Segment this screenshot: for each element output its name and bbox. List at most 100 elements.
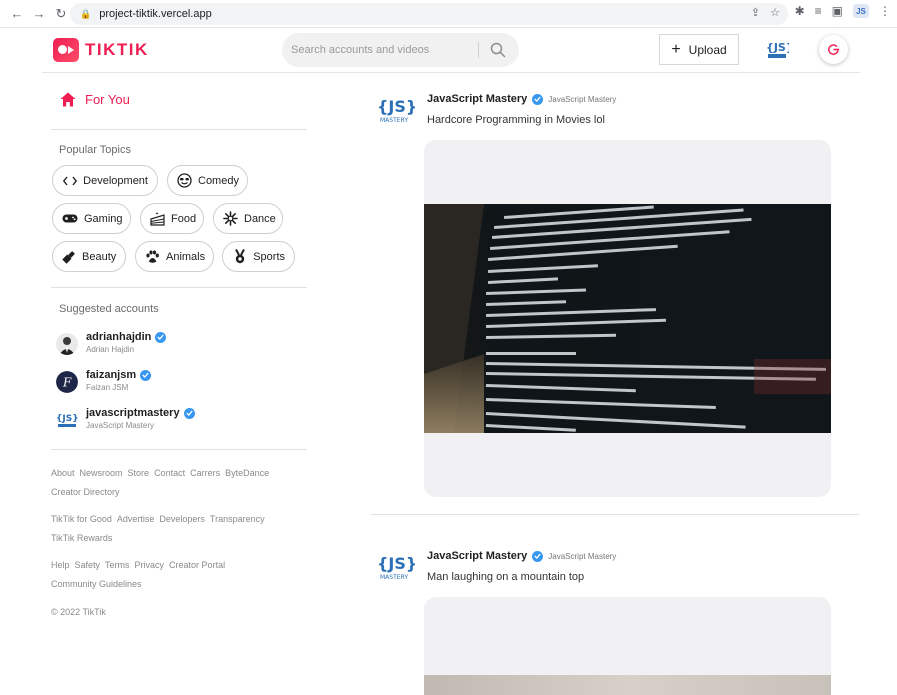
upload-button[interactable]: + Upload [659,34,739,65]
video-player[interactable] [424,204,831,433]
reload-icon[interactable]: ↻ [50,3,72,25]
footer-link-tiktik-rewards[interactable]: TikTik Rewards [51,533,112,543]
post-author-name: JavaScript Mastery [427,93,528,105]
account-username-text: faizanjsm [86,369,137,381]
topic-food[interactable]: Food [140,203,204,234]
footer-link-privacy[interactable]: Privacy [135,560,165,570]
lock-icon: 🔒 [80,8,92,19]
post-author[interactable]: JavaScript Mastery JavaScript Mastery [427,93,616,105]
bookmark-star-icon[interactable]: ☆ [770,6,780,19]
topic-gaming[interactable]: Gaming [52,203,131,234]
video-thumbnail-terminal [424,204,831,433]
footer-links-group-3: Help Safety Terms Privacy Creator Portal Comm… [51,556,307,594]
post-author-avatar[interactable]: {JS} MASTERY [377,93,415,123]
account-username: faizanjsm [86,369,152,381]
home-icon [60,92,76,107]
search-bar [282,33,519,67]
post-caption: Man laughing on a mountain top [427,571,585,583]
svg-text:{JS}: {JS} [377,554,415,573]
side-panel-icon[interactable]: ▣ [832,4,843,18]
footer-link-carrers[interactable]: Carrers [190,468,220,478]
account-info: faizanjsm Faizan JSM [86,369,152,392]
svg-text:{JS}: {JS} [377,97,415,116]
topic-label: Animals [166,250,206,263]
share-icon[interactable]: ⇪ [751,6,760,19]
sidebar: For You Popular Topics Development Comed… [51,74,307,695]
footer-link-transparency[interactable]: Transparency [210,514,265,524]
footer-link-bytedance[interactable]: ByteDance [225,468,269,478]
topic-comedy[interactable]: Comedy [167,165,248,196]
search-input[interactable] [282,44,472,56]
topic-animals[interactable]: Animals [135,241,214,272]
footer-link-terms[interactable]: Terms [105,560,130,570]
tiktik-logo[interactable]: TIKTIK [53,38,149,62]
avatar: F [56,371,78,393]
footer-link-advertise[interactable]: Advertise [117,514,155,524]
footer-link-developers[interactable]: Developers [159,514,205,524]
reading-list-icon[interactable]: ≡ [815,4,822,18]
topic-sports[interactable]: Sports [222,241,295,272]
logo-text: TIKTIK [85,40,149,59]
paw-icon [145,249,160,265]
footer-link-community-guidelines[interactable]: Community Guidelines [51,579,142,589]
footer-link-creator-portal[interactable]: Creator Portal [169,560,225,570]
topic-label: Dance [244,212,276,225]
browser-nav: ← → ↻ [0,3,72,25]
forward-icon[interactable]: → [28,3,50,25]
topic-label: Beauty [82,250,117,263]
sidebar-item-for-you[interactable]: For You [60,92,130,107]
feed-divider [371,514,859,515]
back-icon[interactable]: ← [6,3,28,25]
avatar [56,333,78,355]
video-card[interactable] [424,140,831,497]
footer-link-safety[interactable]: Safety [75,560,101,570]
account-info: javascriptmastery JavaScript Mastery [86,407,195,430]
footer-link-tiktik-for-good[interactable]: TikTik for Good [51,514,112,524]
footer-link-help[interactable]: Help [51,560,70,570]
suggested-account-javascriptmastery[interactable]: {JS} javascriptmastery JavaScript Master… [56,407,195,431]
account-display-name: Faizan JSM [86,383,129,392]
post-author-handle: JavaScript Mastery [548,551,617,561]
footer-link-contact[interactable]: Contact [154,468,185,478]
video-card[interactable] [424,597,831,695]
suggested-account-adrianhajdin[interactable]: adrianhajdin Adrian Hajdin [56,331,167,355]
post-author-name: JavaScript Mastery [427,550,528,562]
extensions-puzzle-icon[interactable]: ✱ [795,4,805,18]
sidebar-divider [51,449,307,450]
suggested-accounts-heading: Suggested accounts [59,303,159,315]
browser-menu-icon[interactable]: ⋮ [879,4,891,18]
cake-icon [150,211,165,227]
search-icon[interactable] [489,41,507,59]
power-icon [828,44,840,55]
sidebar-divider [51,287,307,288]
user-avatar[interactable]: {JS} [765,38,789,60]
footer-link-store[interactable]: Store [128,468,150,478]
logout-button[interactable] [819,35,848,64]
topic-label: Development [83,174,148,187]
browser-extensions: ✱ ≡ ▣ JS ⋮ [795,4,891,18]
gamepad-icon [62,211,78,227]
post-header: {JS} MASTERY JavaScript Mastery JavaScri… [377,550,616,583]
profile-avatar-icon[interactable]: JS [853,4,869,18]
post-author[interactable]: JavaScript Mastery JavaScript Mastery [427,550,616,562]
topic-label: Gaming [84,212,123,225]
account-display-name: JavaScript Mastery [86,421,155,430]
footer-link-about[interactable]: About [51,468,75,478]
svg-text:F: F [62,376,72,390]
post-meta: JavaScript Mastery JavaScript Mastery Ma… [427,550,616,583]
account-username-text: adrianhajdin [86,331,152,343]
sidebar-divider [51,129,307,130]
verified-icon [140,369,152,381]
verified-icon [532,550,544,562]
popular-topics-heading: Popular Topics [59,144,131,156]
address-bar[interactable]: 🔒 project-tiktik.vercel.app ⇪ ☆ [70,3,788,25]
suggested-account-faizanjsm[interactable]: F faizanjsm Faizan JSM [56,369,152,393]
video-feed: {JS} MASTERY JavaScript Mastery JavaScri… [371,74,859,695]
topic-beauty[interactable]: Beauty [52,241,126,272]
footer-link-newsroom[interactable]: Newsroom [80,468,123,478]
topic-dance[interactable]: Dance [213,203,283,234]
footer-link-creator-directory[interactable]: Creator Directory [51,487,120,497]
topic-development[interactable]: Development [52,165,158,196]
post-author-avatar[interactable]: {JS} MASTERY [377,550,415,580]
video-thumbnail-mountain [424,675,831,695]
